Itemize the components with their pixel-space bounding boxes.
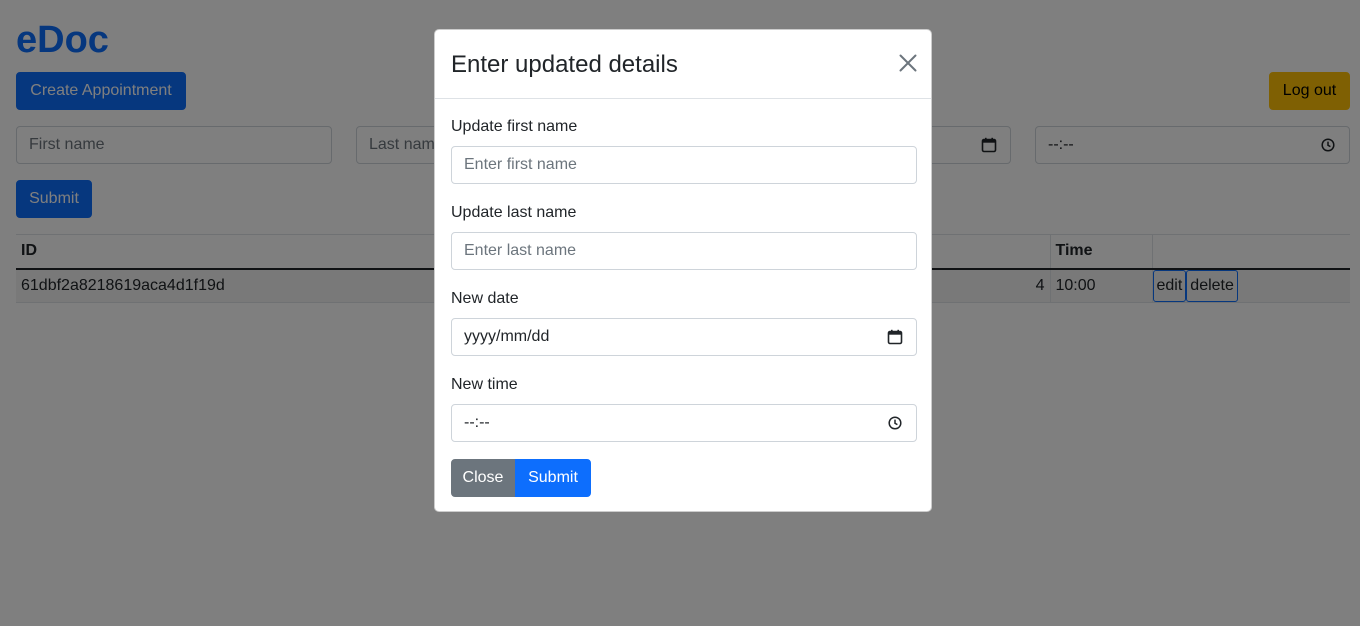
last-name-label: Update last name [451,204,577,221]
update-last-name-input[interactable]: Enter last name [451,232,917,270]
update-first-name-placeholder: Enter first name [464,156,577,173]
new-date-label: New date [451,290,519,307]
new-time-value: --:-- [464,414,490,431]
modal-header: Enter updated details [435,30,931,99]
modal-close-button[interactable]: Close [451,459,515,497]
update-first-name-input[interactable]: Enter first name [451,146,917,184]
update-last-name-placeholder: Enter last name [464,242,577,259]
new-date-input[interactable]: yyyy/mm/dd [451,318,917,356]
new-time-input[interactable]: --:-- [451,404,917,442]
close-icon[interactable] [895,50,921,76]
update-details-modal: Enter updated details Update first name … [434,29,932,512]
first-name-label: Update first name [451,118,578,135]
calendar-icon[interactable] [886,328,904,346]
new-time-label: New time [451,376,518,393]
new-date-value: yyyy/mm/dd [464,328,550,345]
modal-title: Enter updated details [451,51,678,78]
modal-submit-button[interactable]: Submit [515,459,591,497]
clock-icon[interactable] [886,414,904,432]
